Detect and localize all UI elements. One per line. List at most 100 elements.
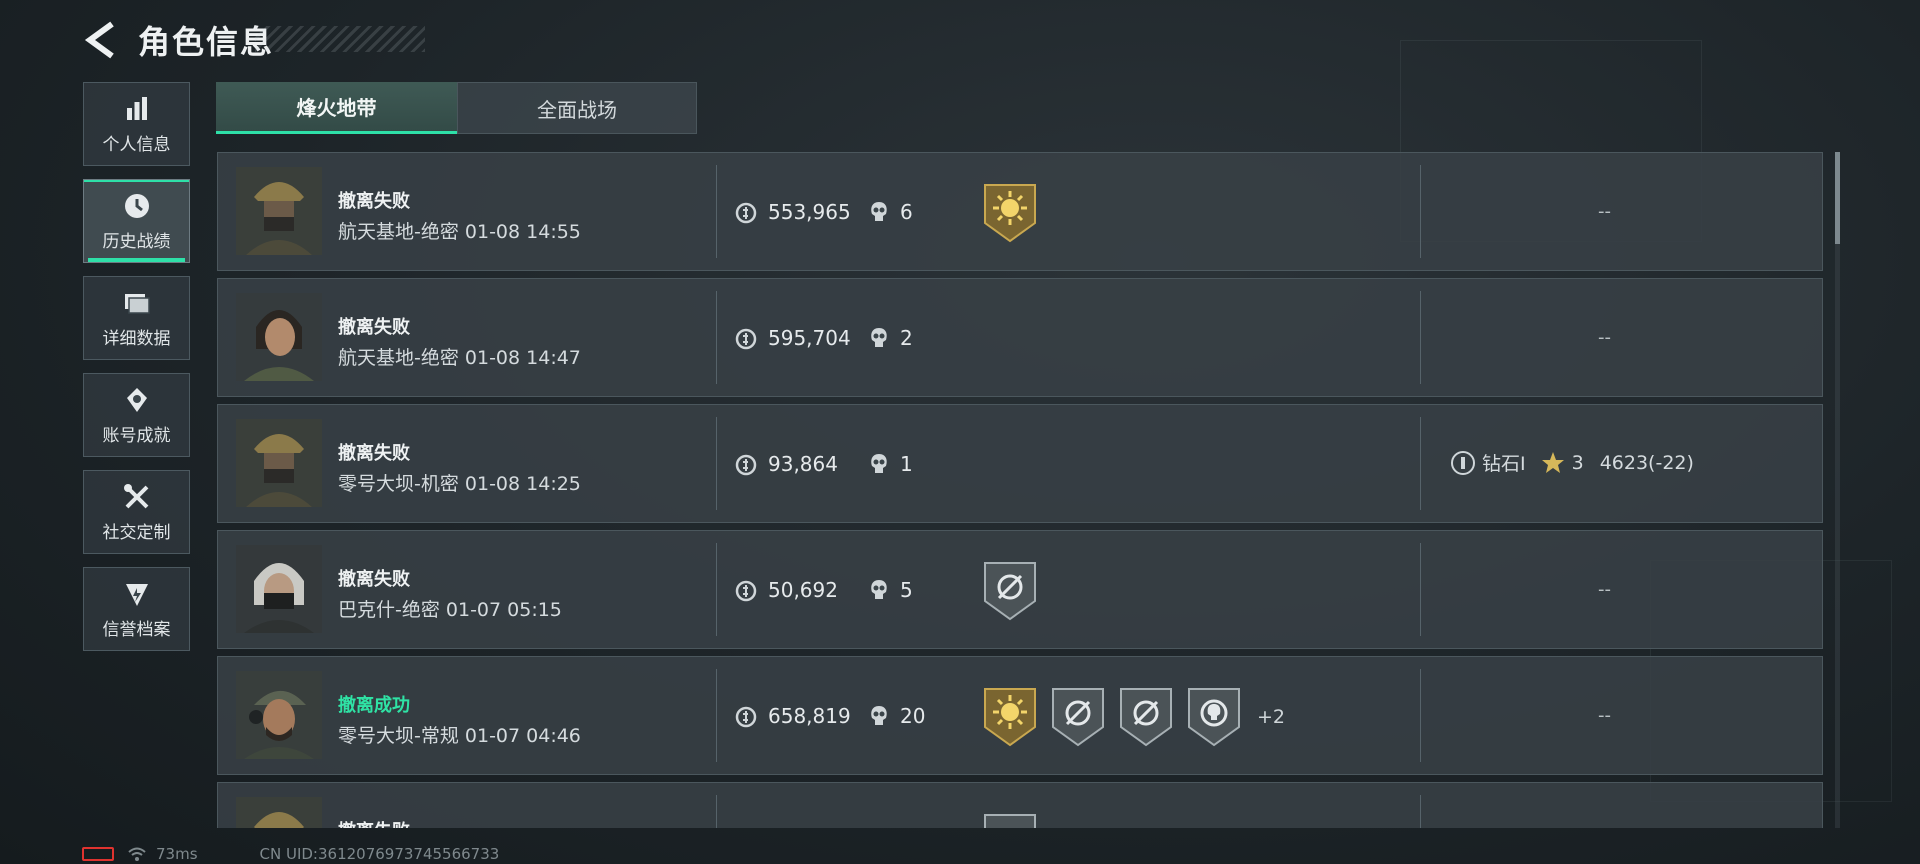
sidebar-item-achievements[interactable]: 账号成就 xyxy=(83,373,190,457)
extraction-result: 撤离失败 xyxy=(338,443,410,464)
gold-sun-badge-icon xyxy=(984,184,1036,243)
asset-value: 595,704 xyxy=(768,326,851,350)
badge-list xyxy=(983,183,1051,243)
coin-icon xyxy=(735,706,757,728)
match-record-row[interactable]: 撤离失败 xyxy=(217,782,1823,828)
title-decoration xyxy=(255,26,425,52)
map-and-time: 航天基地-绝密 01-08 14:47 xyxy=(338,347,581,369)
coin-icon xyxy=(735,328,757,350)
match-record-row[interactable]: 撤离失败 巴克什-绝密 01-07 05:15 50,692 5 -- xyxy=(217,530,1823,649)
page-title: 角色信息 xyxy=(138,23,275,61)
rank-tier: 钻石I xyxy=(1482,453,1526,475)
divider xyxy=(716,669,717,762)
tools-icon xyxy=(123,483,148,508)
sidebar-item-label: 社交定制 xyxy=(102,522,171,543)
map-and-time: 零号大坝-常规 01-07 04:46 xyxy=(338,725,581,747)
silver-skull-badge-icon xyxy=(1188,688,1240,747)
sidebar-item-personal-info[interactable]: 个人信息 xyxy=(83,82,190,166)
badge-list xyxy=(983,813,1051,828)
extraction-result: 撤离成功 xyxy=(338,695,410,716)
sidebar-item-label: 个人信息 xyxy=(102,134,171,155)
credit-badge-icon xyxy=(125,583,148,606)
mode-tabs: 烽火地带 全面战场 xyxy=(216,82,697,134)
battery-icon xyxy=(82,847,114,861)
asset-value: 50,692 xyxy=(768,578,838,602)
rank-placeholder: -- xyxy=(1598,579,1611,600)
divider xyxy=(716,291,717,384)
divider xyxy=(716,543,717,636)
match-record-row[interactable]: 撤离失败 零号大坝-机密 01-08 14:25 93,864 1 钻石I 3 … xyxy=(217,404,1823,523)
match-history-list[interactable]: 撤离失败 航天基地-绝密 01-08 14:55 553,965 6 -- 撤离… xyxy=(217,152,1823,828)
badge-list xyxy=(983,561,1051,621)
scrollbar-track[interactable] xyxy=(1835,152,1840,828)
asset-value: 553,965 xyxy=(768,200,851,224)
rank-placeholder: -- xyxy=(1598,327,1611,348)
kill-count: 2 xyxy=(900,326,913,350)
badge-list: +2 xyxy=(983,687,1285,747)
sidebar-item-detailed-data[interactable]: 详细数据 xyxy=(83,276,190,360)
tab-hazard-zone[interactable]: 烽火地带 xyxy=(216,82,457,134)
asset-value: 658,819 xyxy=(768,704,851,728)
map-and-time: 航天基地-绝密 01-08 14:55 xyxy=(338,221,581,243)
divider xyxy=(1420,795,1421,828)
kill-count: 6 xyxy=(900,200,913,224)
folders-icon xyxy=(124,293,150,314)
sidebar-item-label: 详细数据 xyxy=(102,328,171,349)
achievement-icon xyxy=(126,387,147,412)
divider xyxy=(716,795,717,828)
coin-icon xyxy=(735,454,757,476)
user-uid: CN UID:3612076973745566733 xyxy=(259,845,500,863)
operator-avatar xyxy=(236,167,322,255)
rank-info: 钻石I 3 4623(-22) xyxy=(1450,449,1694,476)
extraction-result: 撤离失败 xyxy=(338,317,410,338)
operator-avatar xyxy=(236,545,322,633)
ping-value: 73ms xyxy=(156,845,198,863)
kill-count: 1 xyxy=(900,452,913,476)
sidebar-item-history[interactable]: 历史战绩 xyxy=(83,179,190,263)
match-record-row[interactable]: 撤离成功 零号大坝-常规 01-07 04:46 658,819 20 +2 -… xyxy=(217,656,1823,775)
divider xyxy=(716,417,717,510)
divider xyxy=(1420,417,1421,510)
extraction-result: 撤离失败 xyxy=(338,569,410,590)
extraction-result: 撤离失败 xyxy=(338,817,410,828)
silver-crosshair-badge-icon xyxy=(1120,688,1172,747)
stats-bars-icon xyxy=(126,96,147,120)
sidebar-item-label: 历史战绩 xyxy=(102,231,171,252)
sidebar-item-label: 信誉档案 xyxy=(102,619,171,640)
back-arrow-icon[interactable] xyxy=(84,20,118,60)
sidebar-item-credit[interactable]: 信誉档案 xyxy=(83,567,190,651)
kill-count: 20 xyxy=(900,704,926,728)
header: 角色信息 xyxy=(84,18,274,62)
sidebar: 个人信息 历史战绩 详细数据 账号成就 社交定制 信誉档案 xyxy=(83,82,192,664)
rank-score: 4623(-22) xyxy=(1599,451,1694,474)
scrollbar-thumb[interactable] xyxy=(1835,152,1840,244)
asset-value: 93,864 xyxy=(768,452,838,476)
star-icon xyxy=(1541,451,1564,473)
operator-avatar xyxy=(236,671,322,759)
more-badges-count: +2 xyxy=(1257,706,1286,728)
divider xyxy=(1420,543,1421,636)
gold-sun-badge-icon xyxy=(984,688,1036,747)
skull-icon xyxy=(871,202,887,221)
rank-placeholder: -- xyxy=(1598,201,1611,222)
divider xyxy=(716,165,717,258)
map-and-time: 零号大坝-机密 01-08 14:25 xyxy=(338,473,581,495)
sidebar-item-label: 账号成就 xyxy=(102,425,171,446)
divider xyxy=(1420,291,1421,384)
silver-crosshair-badge-icon xyxy=(984,562,1036,621)
match-record-row[interactable]: 撤离失败 航天基地-绝密 01-08 14:47 595,704 2 -- xyxy=(217,278,1823,397)
rank-tier-icon xyxy=(1451,450,1475,475)
operator-avatar xyxy=(236,797,322,828)
extraction-result: 撤离失败 xyxy=(338,191,410,212)
history-clock-icon xyxy=(124,193,149,218)
rank-placeholder: -- xyxy=(1598,705,1611,726)
skull-icon xyxy=(871,706,887,725)
operator-avatar xyxy=(236,419,322,507)
status-bar: 73ms CN UID:3612076973745566733 xyxy=(82,845,499,863)
operator-avatar xyxy=(236,293,322,381)
skull-icon xyxy=(871,580,887,599)
tab-full-battlefield[interactable]: 全面战场 xyxy=(457,82,697,134)
match-record-row[interactable]: 撤离失败 航天基地-绝密 01-08 14:55 553,965 6 -- xyxy=(217,152,1823,271)
sidebar-item-social[interactable]: 社交定制 xyxy=(83,470,190,554)
coin-icon xyxy=(735,202,757,224)
